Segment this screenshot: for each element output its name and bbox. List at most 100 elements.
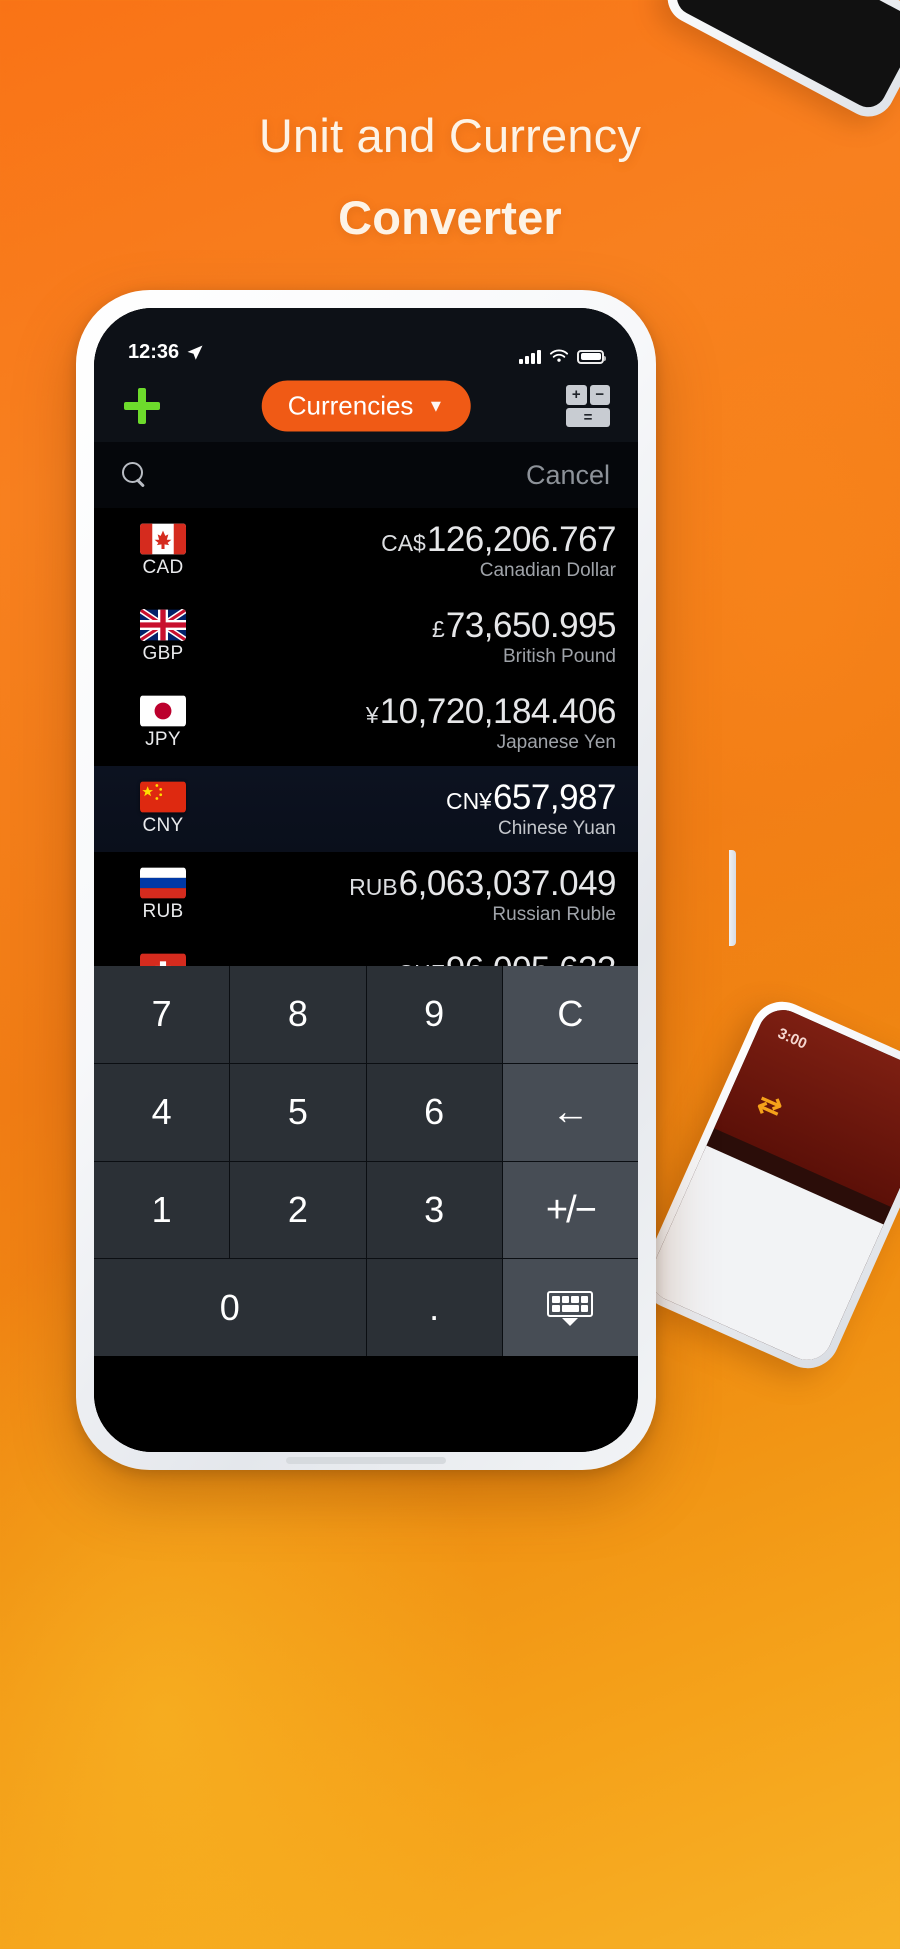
headline-line-1: Unit and Currency	[258, 109, 642, 162]
battery-full-icon	[577, 349, 606, 364]
app-header: Currencies ▼ + − =	[94, 370, 638, 442]
currency-name: British Pound	[502, 646, 616, 667]
currency-code: RUB	[142, 901, 184, 922]
key-3[interactable]: 3	[366, 1161, 502, 1259]
currency-amount: CN¥ 657,987	[445, 778, 617, 818]
key-4[interactable]: 4	[94, 1063, 230, 1161]
flag-russia-icon	[140, 867, 186, 899]
currency-symbol: CN¥	[445, 788, 492, 814]
numeric-keypad: 7 8 9 C 4 5 6 ← 1 2 3 +/− 0 .	[94, 966, 638, 1356]
phone-chin-bar	[286, 1457, 446, 1464]
table-row[interactable]: RUB RUB 6,063,037.049 Russian Ruble	[94, 852, 638, 938]
currency-amount: RUB 6,063,037.049	[349, 864, 616, 904]
phone-mockup: 12:36 Currencies ▼ + − = Cancel CAD CA$ …	[76, 290, 736, 1470]
add-unit-button[interactable]	[122, 386, 162, 426]
key-6[interactable]: 6	[366, 1063, 502, 1161]
currency-symbol: ¥	[365, 702, 379, 728]
background-phone-right: 3:00 ⇄	[631, 991, 900, 1379]
keyboard-dismiss-icon	[547, 1290, 594, 1326]
background-phone-top-right	[658, 0, 900, 126]
currency-symbol: CHF	[398, 960, 445, 966]
status-bar: 12:36	[94, 308, 638, 370]
currency-amount-block: ¥ 10,720,184.406 Japanese Yen	[208, 692, 617, 754]
currency-code: CNY	[142, 815, 184, 836]
key-8[interactable]: 8	[230, 966, 366, 1063]
status-bar-time: 12:36	[128, 341, 180, 363]
currency-symbol: RUB	[349, 874, 398, 900]
key-hide-keyboard[interactable]	[502, 1259, 638, 1356]
currency-amount-block: CN¥ 657,987 Chinese Yuan	[208, 778, 617, 840]
currency-code: GBP	[142, 643, 184, 664]
promo-headline: Unit and Currency Converter	[0, 112, 900, 241]
key-1[interactable]: 1	[94, 1161, 230, 1259]
phone-screen: 12:36 Currencies ▼ + − = Cancel CAD CA$ …	[94, 308, 638, 1452]
currency-list: CAD CA$ 126,206.767 Canadian Dollar GBP …	[94, 508, 638, 966]
currency-identity: RUB	[118, 867, 208, 923]
currency-value: 6,063,037.049	[398, 864, 617, 903]
wifi-icon	[549, 349, 569, 362]
headline-line-2: Converter	[338, 191, 562, 244]
status-bar-right	[519, 349, 606, 364]
currency-amount-block: £ 73,650.995 British Pound	[208, 606, 616, 668]
table-row[interactable]: CAD CA$ 126,206.767 Canadian Dollar	[94, 508, 638, 594]
arrow-left-icon: ←	[551, 1091, 590, 1134]
flag-canada-icon	[140, 523, 186, 555]
category-selector-button[interactable]: Currencies ▼	[261, 380, 471, 432]
cellular-signal-icon	[519, 349, 541, 364]
cancel-button[interactable]: Cancel	[526, 460, 610, 491]
currency-name: Canadian Dollar	[479, 560, 616, 581]
chevron-down-icon: ▼	[427, 396, 445, 416]
key-clear[interactable]: C	[502, 966, 638, 1063]
key-5[interactable]: 5	[230, 1063, 366, 1161]
currency-symbol: CA$	[381, 530, 426, 556]
power-button[interactable]	[729, 850, 736, 946]
currency-identity: CNY	[118, 781, 208, 837]
currency-value: 10,720,184.406	[379, 692, 617, 731]
currency-amount-block: RUB 6,063,037.049 Russian Ruble	[208, 864, 616, 926]
currency-identity: CHF	[118, 953, 208, 966]
currency-name: Japanese Yen	[496, 732, 616, 753]
currency-symbol: £	[432, 616, 445, 642]
calculator-icon[interactable]: + − =	[566, 385, 610, 427]
search-bar[interactable]: Cancel	[94, 442, 638, 508]
location-arrow-icon	[187, 345, 203, 360]
currency-amount-block: CA$ 126,206.767 Canadian Dollar	[208, 520, 616, 582]
key-7[interactable]: 7	[94, 966, 230, 1063]
status-bar-left: 12:36	[128, 341, 204, 364]
currency-amount-block: CHF 96,005.633 Swiss Franc	[208, 950, 617, 966]
currency-amount: £ 73,650.995	[432, 606, 616, 646]
currency-identity: CAD	[118, 523, 208, 579]
currency-identity: JPY	[118, 695, 208, 751]
flag-switzerland-icon	[140, 953, 186, 966]
category-selector-label: Currencies	[287, 390, 414, 421]
flag-united-kingdom-icon	[140, 609, 186, 641]
key-sign-toggle[interactable]: +/−	[502, 1161, 638, 1259]
currency-value: 96,005.633	[446, 950, 617, 966]
key-backspace[interactable]: ←	[502, 1063, 638, 1161]
currency-name: Russian Ruble	[492, 904, 616, 925]
currency-amount: ¥ 10,720,184.406	[365, 692, 617, 732]
table-row[interactable]: JPY ¥ 10,720,184.406 Japanese Yen	[94, 680, 638, 766]
currency-identity: GBP	[118, 609, 208, 665]
currency-value: 657,987	[492, 778, 617, 817]
search-icon	[122, 462, 148, 488]
home-indicator-area	[94, 1356, 638, 1452]
key-2[interactable]: 2	[230, 1161, 366, 1259]
currency-code: JPY	[145, 729, 181, 750]
calc-key-plus: +	[566, 385, 587, 405]
flag-japan-icon	[140, 695, 186, 727]
phone-body: 12:36 Currencies ▼ + − = Cancel CAD CA$ …	[94, 308, 638, 1452]
table-row[interactable]: CHF CHF 96,005.633 Swiss Franc	[94, 938, 638, 966]
currency-amount: CA$ 126,206.767	[381, 520, 616, 560]
key-0[interactable]: 0	[94, 1259, 366, 1356]
key-9[interactable]: 9	[366, 966, 502, 1063]
key-decimal[interactable]: .	[366, 1259, 502, 1356]
currency-value: 73,650.995	[445, 606, 617, 645]
currency-name: Chinese Yuan	[498, 818, 616, 839]
calc-key-equals: =	[566, 407, 610, 427]
table-row[interactable]: CNY CN¥ 657,987 Chinese Yuan	[94, 766, 638, 852]
flag-china-icon	[140, 781, 186, 813]
plus-minus-icon: +/−	[545, 1188, 597, 1231]
currency-value: 126,206.767	[426, 520, 617, 559]
table-row[interactable]: GBP £ 73,650.995 British Pound	[94, 594, 638, 680]
